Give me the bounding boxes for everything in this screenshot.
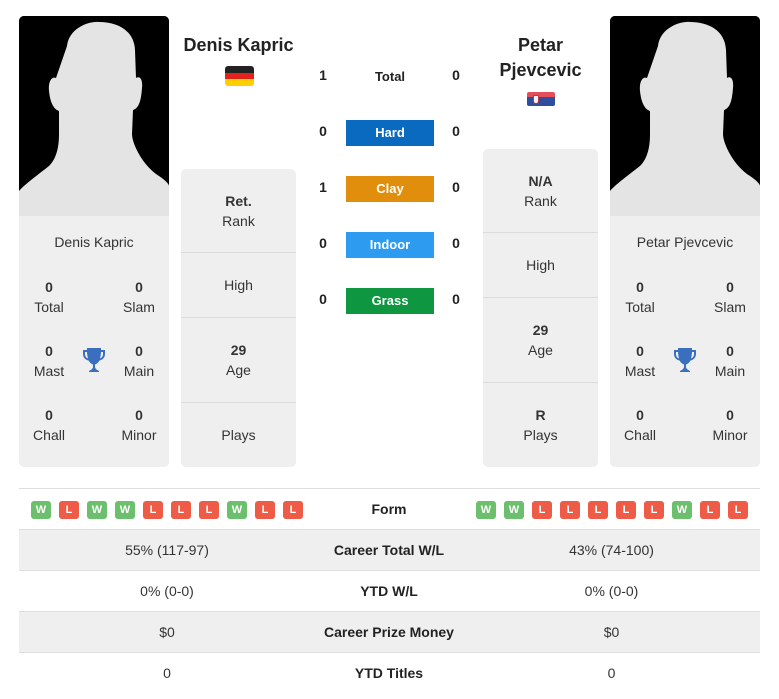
player1-titles-total: 0 Total xyxy=(34,279,64,315)
form-loss-badge[interactable]: L xyxy=(199,501,219,519)
player2-photo xyxy=(610,16,760,216)
player2-stats-panel: N/A Rank High 29 Age R Plays xyxy=(483,149,598,467)
player2-ytd-titles: 0 xyxy=(607,665,616,681)
h2h-total-p1: 1 xyxy=(319,67,327,83)
player2-plays: R Plays xyxy=(523,407,558,443)
row-label: Career Prize Money xyxy=(324,624,454,640)
player2-name-heading[interactable]: Petar Pjevcevic xyxy=(478,33,603,83)
form-win-badge[interactable]: W xyxy=(227,501,247,519)
form-win-badge[interactable]: W xyxy=(476,501,496,519)
player1-name-heading[interactable]: Denis Kapric xyxy=(176,33,301,58)
h2h-total-p2: 0 xyxy=(452,67,460,83)
player1-rank: Ret. Rank xyxy=(181,169,296,253)
player2-form: WWLLLLLWLL xyxy=(476,501,748,519)
form-win-badge[interactable]: W xyxy=(87,501,107,519)
form-loss-badge[interactable]: L xyxy=(255,501,275,519)
form-row: WLWWLLLWLL Form WWLLLLLWLL xyxy=(19,488,760,529)
player2-name-line1: Petar xyxy=(517,35,564,55)
germany-flag-icon xyxy=(225,66,254,86)
player1-ytd-wl: 0% (0-0) xyxy=(140,583,194,599)
form-label: Form xyxy=(371,501,407,517)
trophy-icon xyxy=(82,347,106,373)
player1-prize-money: $0 xyxy=(159,624,175,640)
player1-titles-chall: 0 Chall xyxy=(33,407,65,443)
player2-rank: N/A Rank xyxy=(483,149,598,233)
player-silhouette-icon xyxy=(19,16,169,216)
h2h-clay-p2: 0 xyxy=(452,179,460,195)
form-loss-badge[interactable]: L xyxy=(616,501,636,519)
form-loss-badge[interactable]: L xyxy=(283,501,303,519)
table-row: 55% (117-97) Career Total W/L 43% (74-10… xyxy=(19,529,760,570)
h2h-hard-p1: 0 xyxy=(319,123,327,139)
h2h-indoor-p2: 0 xyxy=(452,235,460,251)
player2-titles-main: 0 Main xyxy=(714,343,746,379)
table-row: 0% (0-0) YTD W/L 0% (0-0) xyxy=(19,570,760,611)
form-loss-badge[interactable]: L xyxy=(143,501,163,519)
player2-name-line2: Pjevcevic xyxy=(499,60,582,80)
form-win-badge[interactable]: W xyxy=(504,501,524,519)
player1-form: WLWWLLLWLL xyxy=(31,501,303,519)
player1-age: 29 Age xyxy=(181,318,296,403)
player-silhouette-icon xyxy=(610,16,760,216)
player1-plays: Plays xyxy=(221,427,256,443)
surface-grass-badge[interactable]: Grass xyxy=(346,288,434,314)
player2-titles-minor: 0 Minor xyxy=(712,407,748,443)
player1-titles-slam: 0 Slam xyxy=(123,279,155,315)
player1-card-name: Denis Kapric xyxy=(54,234,134,250)
player1-titles-mast: 0 Mast xyxy=(33,343,65,379)
form-loss-badge[interactable]: L xyxy=(532,501,552,519)
player2-ytd-wl: 0% (0-0) xyxy=(584,583,639,599)
player1-stats-panel: Ret. Rank High 29 Age Plays xyxy=(181,169,296,467)
row-label: YTD Titles xyxy=(354,665,424,681)
player2-card-name: Petar Pjevcevic xyxy=(636,234,734,250)
trophy-icon xyxy=(673,347,697,373)
h2h-clay-p1: 1 xyxy=(319,179,327,195)
form-loss-badge[interactable]: L xyxy=(644,501,664,519)
h2h-grass-p2: 0 xyxy=(452,291,460,307)
form-loss-badge[interactable]: L xyxy=(171,501,191,519)
player2-titles-chall: 0 Chall xyxy=(624,407,656,443)
player2-titles-slam: 0 Slam xyxy=(714,279,746,315)
surface-clay-badge[interactable]: Clay xyxy=(346,176,434,202)
player2-titles-mast: 0 Mast xyxy=(624,343,656,379)
player1-high: High xyxy=(181,253,296,318)
player2-card: Petar Pjevcevic 0 Total 0 Slam 0 Mast 0 Main… xyxy=(610,16,760,467)
table-row: 0 YTD Titles 0 xyxy=(19,652,760,693)
surface-hard-badge[interactable]: Hard xyxy=(346,120,434,146)
form-loss-badge[interactable]: L xyxy=(560,501,580,519)
row-label: Career Total W/L xyxy=(333,542,445,558)
player2-age: 29 Age xyxy=(483,298,598,383)
form-loss-badge[interactable]: L xyxy=(59,501,79,519)
player2-prize-money: $0 xyxy=(603,624,620,640)
player1-titles-main: 0 Main xyxy=(123,343,155,379)
player1-titles-minor: 0 Minor xyxy=(121,407,157,443)
h2h-total-label: Total xyxy=(374,69,406,84)
h2h-indoor-p1: 0 xyxy=(319,235,327,251)
h2h-hard-p2: 0 xyxy=(452,123,460,139)
player2-titles-total: 0 Total xyxy=(625,279,655,315)
player1-career-wl: 55% (117-97) xyxy=(125,542,209,558)
form-win-badge[interactable]: W xyxy=(672,501,692,519)
player1-card: Denis Kapric 0 Total 0 Slam 0 Mast 0 Main 0C… xyxy=(19,16,169,467)
player2-career-wl: 43% (74-100) xyxy=(569,542,654,558)
table-row: $0 Career Prize Money $0 xyxy=(19,611,760,652)
form-loss-badge[interactable]: L xyxy=(700,501,720,519)
serbia-flag-icon xyxy=(527,92,555,106)
player2-high: High xyxy=(483,233,598,298)
form-win-badge[interactable]: W xyxy=(31,501,51,519)
row-label: YTD W/L xyxy=(360,583,418,599)
player1-photo xyxy=(19,16,169,216)
surface-indoor-badge[interactable]: Indoor xyxy=(346,232,434,258)
form-loss-badge[interactable]: L xyxy=(588,501,608,519)
form-win-badge[interactable]: W xyxy=(115,501,135,519)
player1-ytd-titles: 0 xyxy=(163,665,171,681)
form-loss-badge[interactable]: L xyxy=(728,501,748,519)
h2h-grass-p1: 0 xyxy=(319,291,327,307)
